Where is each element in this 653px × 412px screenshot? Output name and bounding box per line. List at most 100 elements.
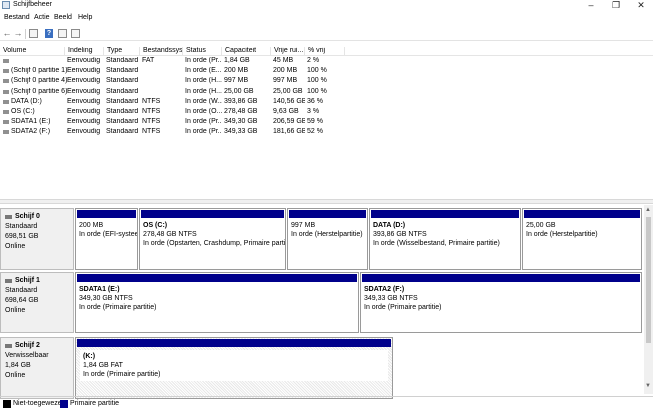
disk-2[interactable]: Schijf 2 Verwisselbaar 1,84 GB Online (K… (0, 337, 644, 399)
column-header[interactable]: Type (104, 47, 140, 56)
partition[interactable]: SDATA2 (F:) 349,33 GB NTFS In orde (Prim… (360, 272, 642, 333)
volume-cell: NTFS (142, 128, 161, 136)
volume-cell: 100 % (307, 87, 327, 95)
partition-name: DATA (D:) (373, 222, 406, 229)
help-icon[interactable]: ? (45, 29, 53, 38)
menu-help[interactable]: Help (78, 14, 92, 21)
disk-status: Online (5, 372, 26, 379)
volume-cell: 25,00 GB (224, 87, 254, 95)
properties-icon[interactable] (58, 29, 67, 38)
volume-cell: Eenvoudig (67, 128, 101, 136)
column-header[interactable]: Volume (0, 47, 65, 56)
disk-info[interactable]: Schijf 0 Standaard 698,51 GB Online (0, 208, 74, 270)
volume-cell: 349,33 GB (224, 128, 258, 136)
volume-cell: In orde (H... (185, 77, 222, 85)
column-header[interactable]: Capaciteit (222, 47, 271, 56)
forward-icon[interactable]: → (13, 28, 23, 38)
column-header[interactable]: Vrije rui... (271, 47, 305, 56)
removable-disk-icon (5, 344, 12, 348)
close-button[interactable]: ✕ (631, 0, 651, 11)
column-header[interactable]: Indeling (65, 47, 104, 56)
partition-bar (289, 210, 366, 218)
volume-row[interactable]: SDATA1 (E:) Eenvoudig Standaard NTFS In orde… (0, 117, 653, 127)
primary-swatch (60, 400, 68, 408)
disk-1[interactable]: Schijf 1 Standaard 698,64 GB Online SDAT… (0, 272, 644, 333)
volume-cell: NTFS (142, 118, 161, 126)
maximize-button[interactable]: ❐ (606, 0, 626, 11)
partition-name: (K:) (83, 353, 96, 360)
partition-status: In orde (Herstelpartitie) (291, 231, 363, 238)
partition-status: In orde (Primaire partitie) (364, 304, 442, 311)
menu-action[interactable]: Actie (34, 14, 50, 21)
disk-info[interactable]: Schijf 2 Verwisselbaar 1,84 GB Online (0, 337, 74, 399)
volume-cell: SDATA2 (F:) (11, 128, 51, 136)
window-title: Schijfbeheer (13, 1, 52, 8)
scroll-up-icon[interactable]: ▲ (645, 207, 651, 213)
volume-row[interactable]: DATA (D:) Eenvoudig Standaard NTFS In orde (… (0, 97, 653, 107)
volume-row[interactable]: OS (C:) Eenvoudig Standaard NTFS In orde (O.… (0, 107, 653, 117)
legend: Niet-toegewezen Primaire partitie (0, 396, 653, 412)
vertical-scrollbar[interactable]: ▲ ▼ (644, 205, 653, 394)
volume-cell: Standaard (106, 118, 139, 126)
scroll-down-icon[interactable]: ▼ (645, 383, 651, 389)
pane-splitter[interactable] (0, 199, 653, 204)
column-header[interactable]: Status (183, 47, 222, 56)
volume-cell: Eenvoudig (67, 97, 101, 105)
partition[interactable]: SDATA1 (E:) 349,30 GB NTFS In orde (Prim… (75, 272, 359, 333)
volume-cell: In orde (Pr... (185, 57, 222, 64)
volume-row[interactable]: SDATA2 (F:) Eenvoudig Standaard NTFS In orde… (0, 127, 653, 137)
disk-size: 698,64 GB (5, 297, 39, 304)
volume-cell: FAT (142, 57, 155, 64)
partition[interactable]: 997 MB In orde (Herstelpartitie) (287, 208, 368, 270)
partition-text: DATA (D:) 393,86 GB NTFS In orde (Wissel… (370, 219, 520, 250)
minimize-button[interactable]: – (581, 0, 601, 11)
partition[interactable]: 200 MB In orde (EFI-systeem (75, 208, 138, 270)
volume-cell: 1,84 GB (224, 57, 250, 64)
partition-size: 349,33 GB NTFS (364, 295, 418, 302)
partition-text: OS (C:) 278,48 GB NTFS In orde (Opstarte… (140, 219, 285, 250)
partition-status: In orde (Primaire partitie) (79, 304, 157, 311)
menu-bar: Bestand Actie Beeld Help (0, 12, 653, 24)
partition-name: OS (C:) (143, 222, 168, 229)
partition-text: 200 MB In orde (EFI-systeem (76, 219, 137, 241)
disk-name: Schijf 2 (5, 341, 69, 351)
disk-0[interactable]: Schijf 0 Standaard 698,51 GB Online 200 … (0, 208, 644, 270)
column-header[interactable]: Bestandssys... (140, 47, 183, 56)
volume-cell: (Schijf 0 partitie 6) (11, 87, 67, 95)
console-tree-icon[interactable] (29, 29, 38, 38)
partition-selected[interactable]: (K:) 1,84 GB FAT In orde (Primaire parti… (75, 337, 393, 399)
menu-file[interactable]: Bestand (4, 14, 30, 21)
volume-cell: Eenvoudig (67, 57, 101, 64)
disk-icon (5, 215, 12, 219)
volume-cell: 100 % (307, 67, 327, 75)
scrollbar-thumb[interactable] (646, 217, 651, 343)
volume-cell: Eenvoudig (67, 107, 101, 115)
volume-cell: 140,56 GB (273, 97, 305, 105)
volume-cell: 349,30 GB (224, 118, 258, 126)
volume-cell: In orde (E... (185, 67, 222, 75)
disk-info[interactable]: Schijf 1 Standaard 698,64 GB Online (0, 272, 74, 333)
partition-bar (77, 339, 391, 347)
volume-list-header: Volume Indeling Type Bestandssys... Stat… (0, 46, 653, 56)
show-hide-icon[interactable] (71, 29, 80, 38)
volume-row[interactable]: (Schijf 0 partitie 1) Eenvoudig Standaard I… (0, 66, 653, 76)
disk-icon (5, 279, 12, 283)
partition-text: 25,00 GB In orde (Herstelpartitie) (523, 219, 641, 241)
column-header[interactable]: % vrij (305, 47, 345, 56)
volume-cell: Standaard (106, 87, 139, 95)
partition[interactable]: 25,00 GB In orde (Herstelpartitie) (522, 208, 642, 270)
partition[interactable]: OS (C:) 278,48 GB NTFS In orde (Opstarte… (139, 208, 286, 270)
disk-type: Standaard (5, 223, 38, 230)
volume-cell: 200 MB (273, 67, 298, 75)
volume-row[interactable]: (Schijf 0 partitie 6) Eenvoudig Standaard I… (0, 87, 653, 97)
partition[interactable]: DATA (D:) 393,86 GB NTFS In orde (Wissel… (369, 208, 521, 270)
volume-cell: (Schijf 0 partitie 4) (11, 77, 67, 85)
volume-row[interactable]: (Schijf 0 partitie 4) Eenvoudig Standaard I… (0, 76, 653, 86)
partition-size: 278,48 GB NTFS (143, 231, 197, 238)
volume-row[interactable]: (C:)EenvoudigStandaardFATIn orde (Pr...1… (0, 56, 653, 66)
partition-bar (141, 210, 284, 218)
menu-view[interactable]: Beeld (54, 14, 72, 21)
volume-cell: Standaard (106, 57, 139, 64)
volume-cell: 206,59 GB (273, 118, 305, 126)
back-icon[interactable]: ← (2, 28, 12, 38)
